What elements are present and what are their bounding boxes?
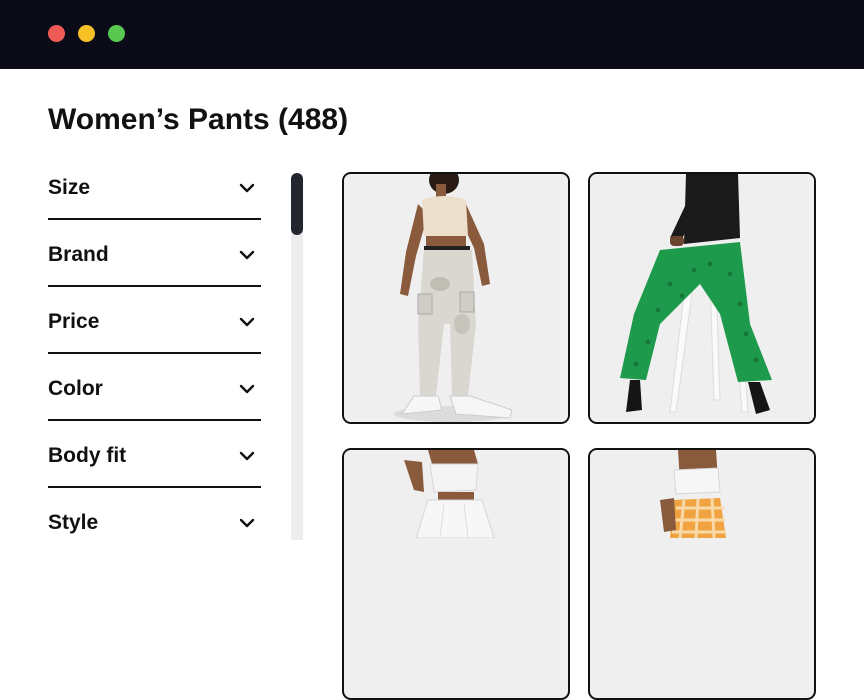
product-card[interactable] — [588, 172, 816, 424]
chevron-down-icon — [239, 314, 255, 330]
chevron-down-icon — [239, 247, 255, 263]
filter-sidebar: Size Brand Price Color Body fit Style — [48, 153, 261, 555]
product-card[interactable] — [342, 448, 570, 700]
window-titlebar — [0, 0, 864, 69]
close-button[interactable] — [48, 25, 65, 42]
product-card[interactable] — [342, 172, 570, 424]
filter-price[interactable]: Price — [48, 287, 261, 354]
maximize-button[interactable] — [108, 25, 125, 42]
chevron-down-icon — [239, 180, 255, 196]
filter-label: Style — [48, 511, 99, 534]
page-title: Women’s Pants (488) — [48, 103, 349, 136]
product-image — [590, 450, 814, 538]
filter-label: Body fit — [48, 444, 127, 467]
filter-label: Color — [48, 377, 103, 400]
chevron-down-icon — [239, 381, 255, 397]
scrollbar-thumb[interactable] — [291, 173, 303, 235]
filter-color[interactable]: Color — [48, 354, 261, 421]
filter-style[interactable]: Style — [48, 488, 261, 555]
product-image — [344, 450, 568, 538]
filter-size[interactable]: Size — [48, 153, 261, 220]
filter-brand[interactable]: Brand — [48, 220, 261, 287]
chevron-down-icon — [239, 515, 255, 531]
filter-label: Brand — [48, 243, 109, 266]
product-image — [590, 174, 814, 422]
product-card[interactable] — [588, 448, 816, 700]
minimize-button[interactable] — [78, 25, 95, 42]
product-image — [344, 174, 568, 422]
filter-body-fit[interactable]: Body fit — [48, 421, 261, 488]
chevron-down-icon — [239, 448, 255, 464]
filter-label: Size — [48, 176, 91, 199]
filter-label: Price — [48, 310, 100, 333]
scrollbar-track[interactable] — [291, 173, 303, 540]
